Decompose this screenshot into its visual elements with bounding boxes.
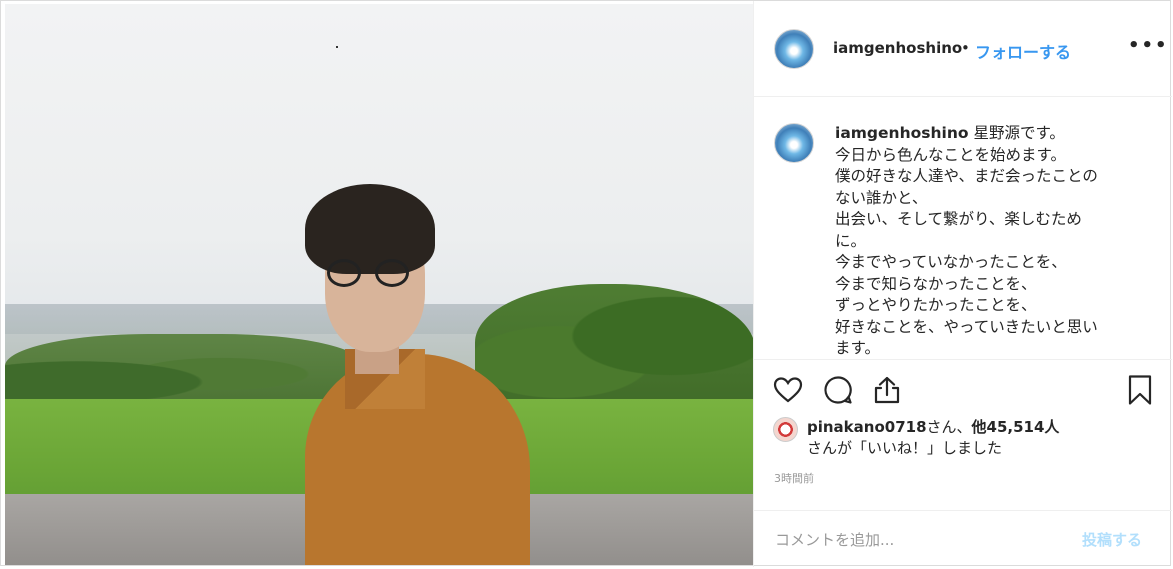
follow-button[interactable]: フォローする — [975, 39, 1071, 63]
caption-line: ます。 — [835, 339, 880, 357]
caption-line: 僕の好きな人達や、まだ会ったことの — [835, 167, 1098, 185]
post-photo[interactable] — [5, 4, 753, 565]
caption-line: 好きなことを、やっていきたいと思い — [835, 317, 1098, 336]
comment-input[interactable] — [773, 525, 1077, 555]
photo-person — [305, 184, 535, 565]
likes-count[interactable]: 他45,514人 — [972, 418, 1060, 436]
likes-middle: さん、 — [926, 418, 972, 436]
caption-username[interactable]: iamgenhoshino — [835, 124, 969, 142]
header-separator: • — [961, 39, 970, 57]
caption-line: 星野源です。 — [973, 124, 1065, 142]
caption-line: 今までやっていなかったことを、 — [835, 253, 1067, 271]
header-username[interactable]: iamgenhoshino — [833, 39, 962, 57]
caption-section: iamgenhoshino 星野源です。 今日から色んなことを始めます。 僕の好… — [754, 97, 1172, 359]
bookmark-icon[interactable] — [1124, 374, 1156, 406]
caption-line: ない誰かと、 — [835, 188, 928, 207]
person-glasses — [327, 259, 423, 289]
more-options-icon[interactable]: ••• — [1128, 35, 1169, 56]
post-header: iamgenhoshino • フォローする ••• — [754, 1, 1172, 97]
caption-line: 今日から色んなことを始めます。 — [835, 145, 1066, 164]
post-actions: pinakano0718さん、他45,514人 さんが「いいね！」しました 3時… — [754, 359, 1172, 568]
caption-avatar[interactable] — [774, 123, 814, 163]
comment-icon[interactable] — [822, 374, 854, 406]
caption-line: ずっとやりたかったことを、 — [835, 296, 1037, 314]
instagram-post: iamgenhoshino • フォローする ••• iamgenhoshino… — [0, 0, 1172, 568]
post-comment-button[interactable]: 投稿する — [1082, 529, 1142, 550]
comment-bar: 投稿する — [754, 510, 1172, 569]
caption-text: iamgenhoshino 星野源です。 今日から色んなことを始めます。 僕の好… — [835, 123, 1145, 359]
user-avatar[interactable] — [774, 29, 814, 69]
liker-username[interactable]: pinakano0718 — [807, 418, 927, 436]
post-timestamp[interactable]: 3時間前 — [774, 470, 814, 486]
likes-suffix: さんが「いいね！」しました — [807, 439, 1003, 457]
caption-line: 今まで知らなかったことを、 — [835, 274, 1037, 293]
caption-line: に。 — [835, 231, 867, 250]
liker-avatar[interactable] — [773, 417, 798, 442]
photo-speck — [336, 46, 338, 48]
heart-icon[interactable] — [772, 374, 804, 406]
caption-line: 出会い、そして繋がり、楽しむため — [835, 210, 1082, 228]
share-icon[interactable] — [871, 374, 903, 406]
